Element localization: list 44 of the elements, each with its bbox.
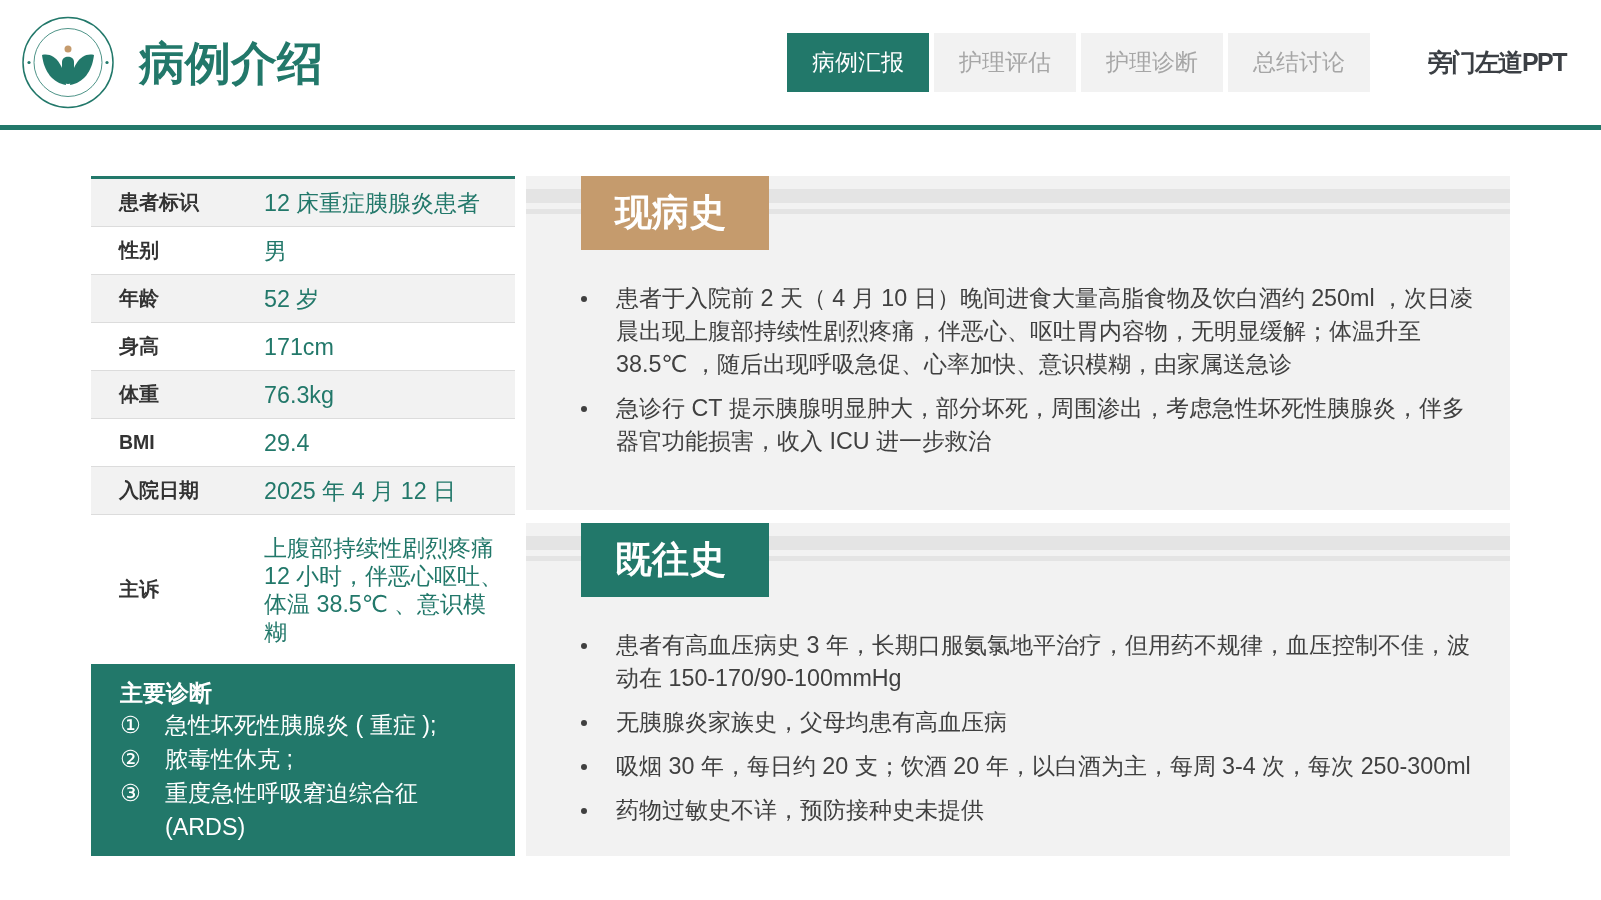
- bullet-icon: [581, 719, 587, 726]
- brand-name: 旁门左道PPT: [1427, 47, 1566, 78]
- bullet-text: 急诊行 CT 提示胰腺明显肿大，部分坏死，周围渗出，考虑急性坏死性胰腺炎，伴多器官功能损害，收入 ICU 进一步救治: [616, 394, 1466, 456]
- nav-tab[interactable]: 总结讨论: [1227, 33, 1370, 92]
- bullet-icon: [581, 642, 587, 649]
- field-label: 主诉: [118, 577, 160, 602]
- nav-tab[interactable]: 病例汇报: [786, 33, 929, 92]
- bullet-text: 患者有高血压病史 3 年，长期口服氨氯地平治疗，但用药不规律，血压控制不佳，波动在 150-170/90-100mmHg: [616, 630, 1471, 693]
- diagnosis-title: 主要诊断: [120, 679, 213, 708]
- field-label: 年龄: [117, 286, 160, 311]
- field-value: 29.4: [264, 428, 311, 457]
- field-value: 上腹部持续性剧烈疼痛 12 小时，伴恶心呕吐、体温 38.5℃ 、意识模糊: [264, 533, 505, 646]
- item-number: ③: [120, 779, 142, 808]
- diagnosis-text: 急性坏死性胰腺炎 ( 重症 );: [165, 711, 437, 740]
- diagnosis-text: 重度急性呼吸窘迫综合征 (ARDS): [165, 779, 419, 842]
- field-label: 患者标识: [117, 190, 200, 215]
- bullet-icon: [581, 807, 587, 814]
- field-label: 体重: [118, 382, 160, 407]
- bullet-icon: [581, 763, 587, 770]
- field-value: 171cm: [264, 332, 335, 361]
- field-label: 身高: [118, 334, 160, 359]
- page-title: 病例介绍: [139, 39, 323, 86]
- logo-icon: [22, 15, 114, 110]
- bullet-text: 药物过敏史不详，预防接种史未提供: [616, 795, 985, 825]
- nav-tab[interactable]: 护理诊断: [1080, 33, 1223, 92]
- field-value: 12 床重症胰腺炎患者: [264, 188, 482, 217]
- field-value: 2025 年 4 月 12 日: [264, 476, 458, 505]
- section-title: 既往史: [581, 522, 769, 597]
- field-label: 入院日期: [118, 478, 200, 503]
- field-value: 52 岁: [264, 284, 321, 313]
- field-label: 性别: [117, 238, 160, 263]
- bullet-text: 吸烟 30 年，每日约 20 支；饮酒 20 年，以白酒为主，每周 3-4 次，每次 250-300ml: [616, 751, 1472, 781]
- bullet-icon: [581, 296, 587, 302]
- field-value: 男: [264, 236, 288, 265]
- diagnosis-text: 脓毒性休克 ;: [165, 745, 293, 774]
- nav-tab[interactable]: 护理评估: [933, 33, 1076, 92]
- item-number: ①: [120, 711, 142, 740]
- field-value: 76.3kg: [264, 380, 335, 409]
- bullet-icon: [581, 406, 587, 412]
- field-label: BMI: [118, 431, 156, 454]
- bullet-text: 无胰腺炎家族史，父母均患有高血压病: [616, 707, 1008, 737]
- bullet-text: 患者于入院前 2 天（ 4 月 10 日）晚间进食大量高脂食物及饮白酒约 250ml ，次日凌晨出现上腹部持续性剧烈疼痛，伴恶心、呕吐胃内容物，无明显缓解；体温升至 38.5℃ ，随后出现呼吸急促、心率加快、意识模糊，由家属送急诊: [616, 284, 1475, 379]
- section-title: 现病史: [581, 176, 769, 250]
- item-number: ②: [120, 745, 142, 774]
